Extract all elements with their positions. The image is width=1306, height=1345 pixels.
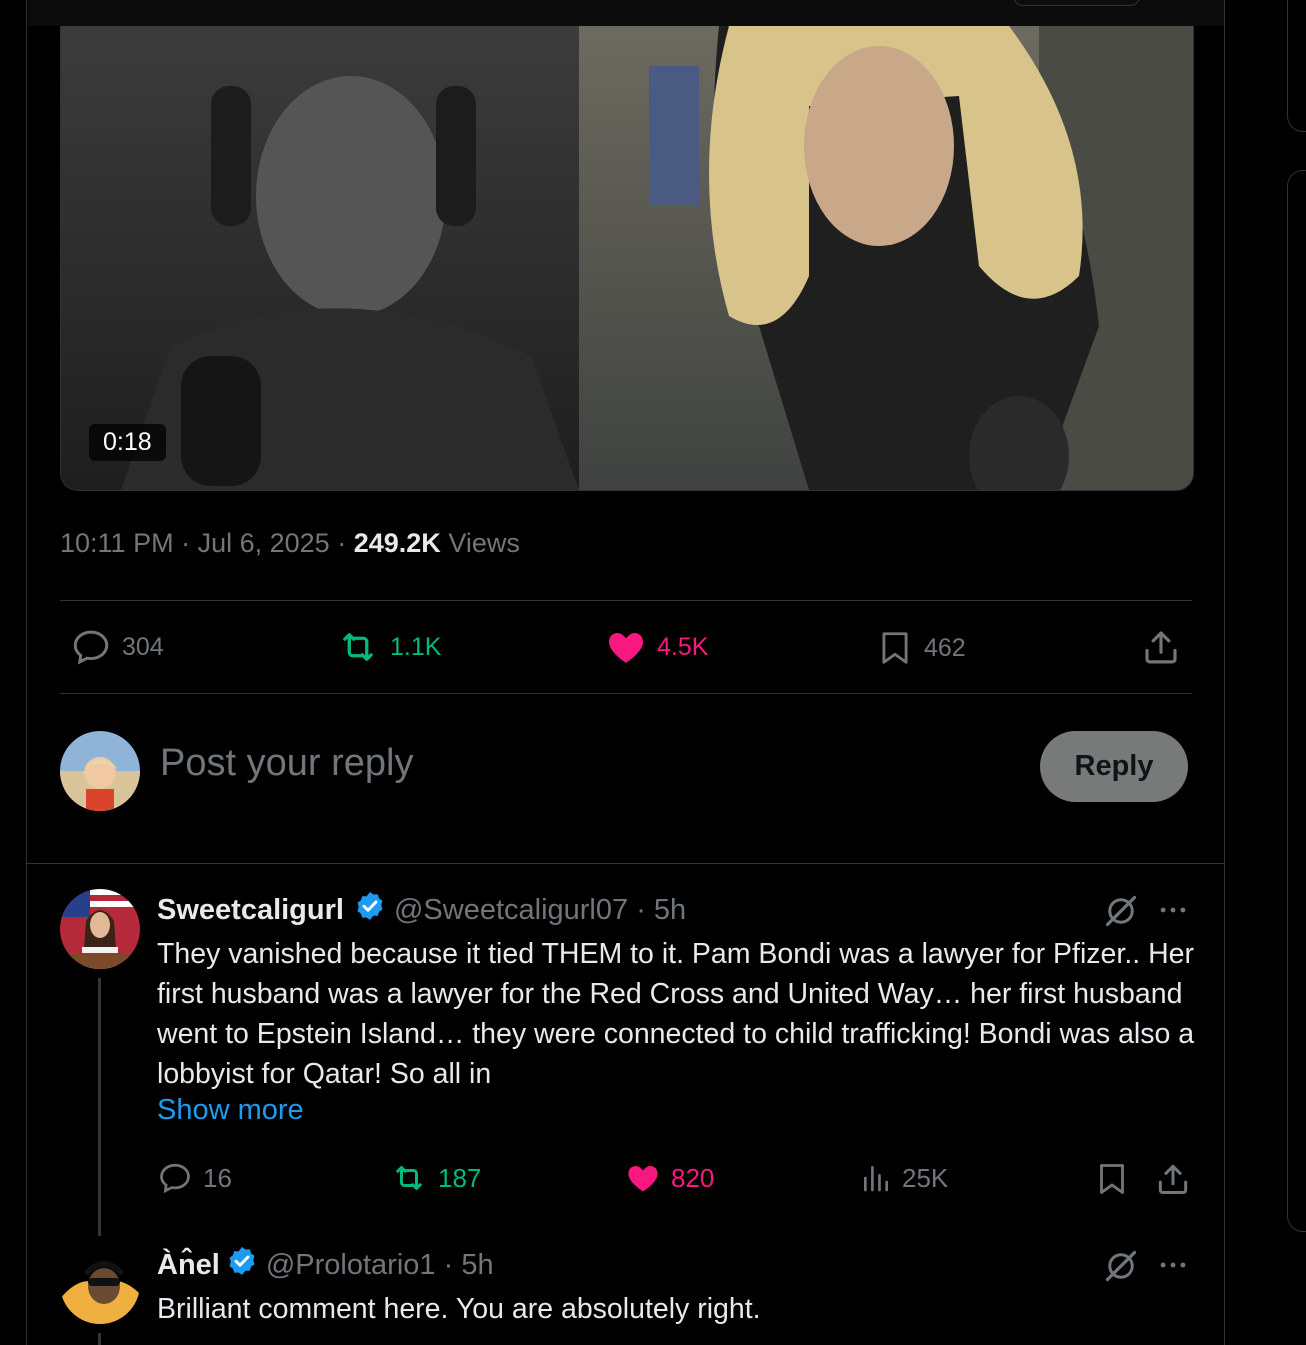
separator: · bbox=[628, 893, 654, 926]
bookmark-button[interactable]: 462 bbox=[876, 626, 966, 670]
reply-submit-button[interactable]: Reply bbox=[1040, 731, 1188, 802]
reply-like-button[interactable]: 820 bbox=[625, 1160, 714, 1196]
reply-author-handle[interactable]: @Prolotario1 bbox=[266, 1249, 436, 1282]
bookmark-icon bbox=[882, 632, 908, 664]
reply-button[interactable]: 304 bbox=[70, 626, 164, 668]
repost-count: 1.1K bbox=[390, 632, 442, 661]
top-pill[interactable] bbox=[1013, 0, 1140, 6]
reply-author-name[interactable]: Sweetcaligurl bbox=[157, 894, 344, 927]
views-count: 25K bbox=[902, 1162, 949, 1193]
reply-views-button[interactable]: 25K bbox=[860, 1160, 948, 1196]
separator: · bbox=[181, 528, 198, 558]
show-more-link[interactable]: Show more bbox=[157, 1094, 304, 1127]
reply-text: Brilliant comment here. You are absolute… bbox=[157, 1293, 761, 1325]
reply-icon bbox=[160, 1163, 190, 1194]
reply-count: 304 bbox=[122, 632, 164, 661]
share-button[interactable] bbox=[1140, 626, 1182, 673]
reply-count: 16 bbox=[203, 1162, 232, 1193]
post-date[interactable]: Jul 6, 2025 bbox=[198, 528, 330, 558]
divider bbox=[26, 863, 1224, 864]
views-icon bbox=[864, 1166, 888, 1192]
grok-icon bbox=[1105, 895, 1137, 927]
reply-header: Àn̂el @Prolotario1 · 5h bbox=[157, 1245, 494, 1285]
user-avatar[interactable] bbox=[60, 731, 140, 811]
heart-icon bbox=[628, 1166, 658, 1192]
post-meta: 10:11 PM · Jul 6, 2025 · 249.2K Views bbox=[60, 528, 520, 559]
sidebar-card bbox=[1287, 0, 1306, 132]
video-duration: 0:18 bbox=[89, 424, 166, 461]
reply-avatar[interactable] bbox=[60, 1244, 140, 1324]
reply-avatar[interactable] bbox=[60, 889, 140, 969]
reply-time[interactable]: 5h bbox=[654, 894, 686, 927]
reply-icon bbox=[73, 630, 109, 665]
bookmark-icon bbox=[1100, 1164, 1124, 1194]
grok-icon bbox=[1105, 1250, 1137, 1282]
thread-line bbox=[98, 1333, 101, 1345]
like-count: 4.5K bbox=[657, 632, 709, 661]
reply-reply-button[interactable]: 16 bbox=[157, 1160, 232, 1196]
divider bbox=[60, 600, 1192, 601]
verified-badge-icon bbox=[226, 1245, 258, 1285]
views-label: Views bbox=[448, 528, 520, 558]
share-icon bbox=[1145, 631, 1177, 664]
grok-button[interactable] bbox=[1103, 1248, 1139, 1289]
post-time[interactable]: 10:11 PM bbox=[60, 528, 174, 558]
separator: · bbox=[435, 1248, 462, 1281]
reply-header: Sweetcaligurl @Sweetcaligurl07 · 5h bbox=[157, 890, 686, 930]
top-bar bbox=[28, 0, 1224, 26]
bookmark-count: 462 bbox=[924, 633, 966, 662]
sidebar-card bbox=[1287, 170, 1306, 1232]
column-border-right bbox=[1224, 0, 1225, 1345]
column-border-left bbox=[26, 0, 27, 1345]
reply-share-button[interactable] bbox=[1154, 1160, 1192, 1203]
reply-time[interactable]: 5h bbox=[461, 1249, 493, 1282]
reply-author-name[interactable]: Àn̂el bbox=[157, 1249, 220, 1282]
verified-badge-icon bbox=[354, 890, 386, 930]
more-button[interactable] bbox=[1156, 893, 1190, 932]
heart-icon bbox=[608, 633, 644, 663]
reply-input[interactable]: Post your reply bbox=[160, 742, 413, 785]
repost-icon bbox=[343, 633, 373, 661]
repost-count: 187 bbox=[438, 1162, 482, 1193]
thread-line bbox=[98, 978, 101, 1236]
share-icon bbox=[1158, 1164, 1188, 1194]
video-frame-left bbox=[61, 26, 579, 490]
divider bbox=[60, 693, 1192, 694]
like-count: 820 bbox=[671, 1162, 715, 1193]
like-button[interactable]: 4.5K bbox=[605, 626, 708, 668]
video-player[interactable]: 0:18 bbox=[60, 26, 1194, 491]
reply-bookmark-button[interactable] bbox=[1094, 1160, 1130, 1203]
more-button[interactable] bbox=[1156, 1248, 1190, 1287]
reply-repost-button[interactable]: 187 bbox=[390, 1160, 481, 1196]
more-icon bbox=[1160, 907, 1186, 913]
more-icon bbox=[1160, 1262, 1186, 1268]
repost-button[interactable]: 1.1K bbox=[336, 626, 441, 668]
reply-author-handle[interactable]: @Sweetcaligurl07 bbox=[394, 894, 628, 927]
reply-text: They vanished because it tied THEM to it… bbox=[157, 938, 1195, 1090]
repost-icon bbox=[396, 1166, 422, 1190]
separator: · bbox=[337, 528, 354, 558]
grok-button[interactable] bbox=[1103, 893, 1139, 934]
views-count: 249.2K bbox=[353, 528, 441, 558]
video-frame-right bbox=[579, 26, 1193, 490]
